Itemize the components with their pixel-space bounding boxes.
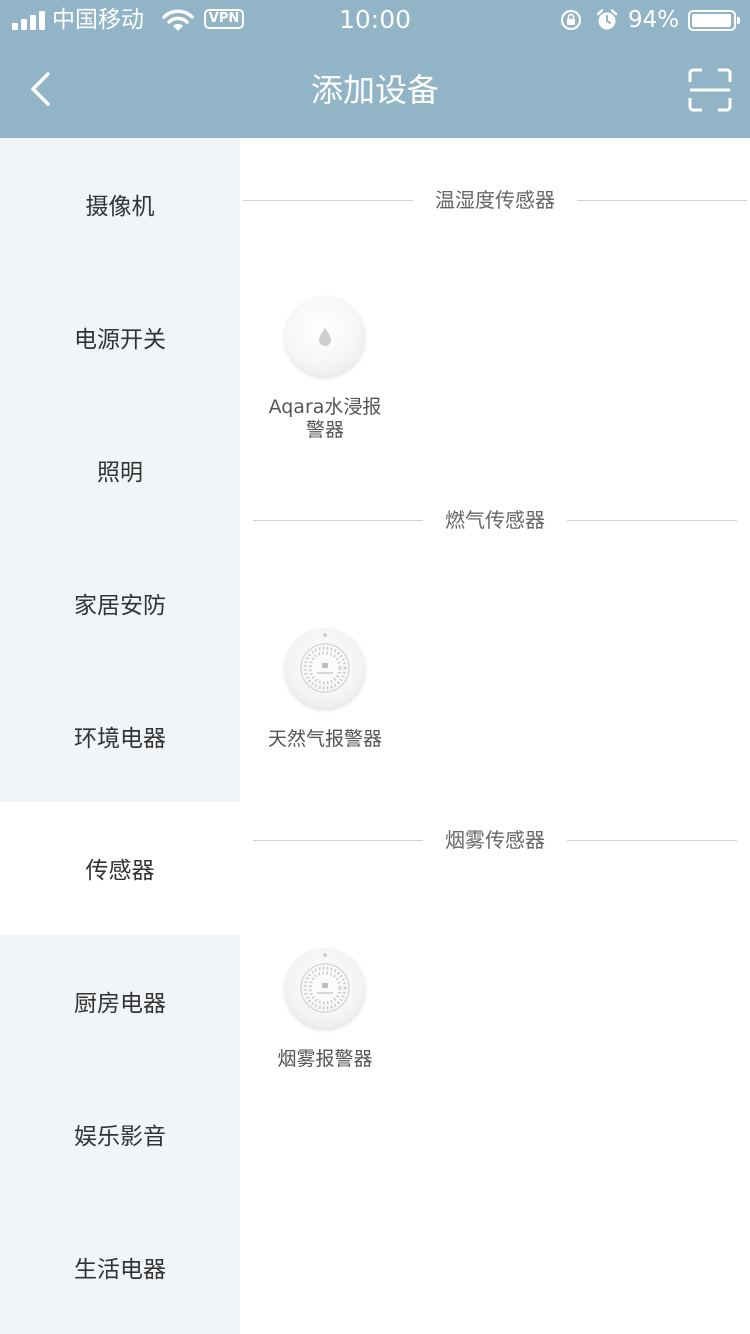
category-label: 摄像机 — [85, 194, 155, 221]
category-label: 环境电器 — [74, 725, 166, 752]
category-label: 家居安防 — [74, 592, 166, 619]
category-label: 电源开关 — [74, 327, 166, 354]
scan-button[interactable] — [684, 64, 736, 116]
scan-icon — [688, 68, 732, 112]
category-item-power-switch[interactable]: 电源开关 — [0, 271, 240, 404]
add-device-screen: 中国移动 VPN 10:00 94% 添加设备 摄像机 电源开关 照明 家居安防… — [0, 0, 750, 1334]
category-sidebar: 摄像机 电源开关 照明 家居安防 环境电器 传感器 厨房电器 娱乐影音 生活电器 — [0, 138, 240, 1334]
category-label: 厨房电器 — [74, 991, 166, 1018]
section-title: 温湿度传感器 — [419, 188, 571, 212]
device-card-gas-alarm[interactable]: 天然气报警器 — [250, 628, 400, 751]
device-list: 温湿度传感器 Aqara水浸报 警器 燃气传感器 天然气报警器 烟雾传感器 烟雾… — [240, 138, 750, 1334]
category-item-kitchen[interactable]: 厨房电器 — [0, 935, 240, 1068]
section-title: 燃气传感器 — [429, 508, 561, 532]
section-header: 烟雾传感器 — [240, 820, 750, 860]
battery-percentage: 94% — [628, 7, 680, 33]
top-bar: 中国移动 VPN 10:00 94% 添加设备 — [0, 0, 750, 138]
category-item-environment[interactable]: 环境电器 — [0, 669, 240, 802]
smoke-alarm-icon — [285, 948, 365, 1028]
category-label: 传感器 — [85, 858, 155, 885]
section-header: 温湿度传感器 — [240, 180, 750, 220]
category-item-camera[interactable]: 摄像机 — [0, 138, 240, 271]
category-item-home-security[interactable]: 家居安防 — [0, 536, 240, 669]
category-item-sensors[interactable]: 传感器 — [0, 801, 240, 935]
category-label: 娱乐影音 — [74, 1123, 166, 1150]
category-item-entertainment[interactable]: 娱乐影音 — [0, 1068, 240, 1201]
category-label: 生活电器 — [74, 1256, 166, 1283]
status-bar: 中国移动 VPN 10:00 94% — [0, 0, 750, 40]
section-header: 燃气传感器 — [240, 500, 750, 540]
category-label: 照明 — [97, 459, 143, 486]
device-name: Aqara水浸报 警器 — [268, 396, 382, 441]
category-item-living-appliances[interactable]: 生活电器 — [0, 1200, 240, 1333]
category-item-lighting[interactable]: 照明 — [0, 404, 240, 537]
gas-alarm-icon — [285, 628, 365, 708]
rotation-lock-icon — [560, 9, 582, 31]
alarm-clock-icon — [596, 9, 618, 30]
device-name: 天然气报警器 — [267, 728, 382, 750]
device-name: 烟雾报警器 — [277, 1048, 373, 1070]
page-title: 添加设备 — [310, 71, 439, 109]
section-title: 烟雾传感器 — [429, 828, 561, 852]
battery-icon — [688, 10, 740, 31]
water-leak-sensor-icon — [285, 296, 365, 376]
device-card-smoke-alarm[interactable]: 烟雾报警器 — [250, 948, 400, 1071]
device-card-water-leak[interactable]: Aqara水浸报 警器 — [250, 296, 400, 442]
